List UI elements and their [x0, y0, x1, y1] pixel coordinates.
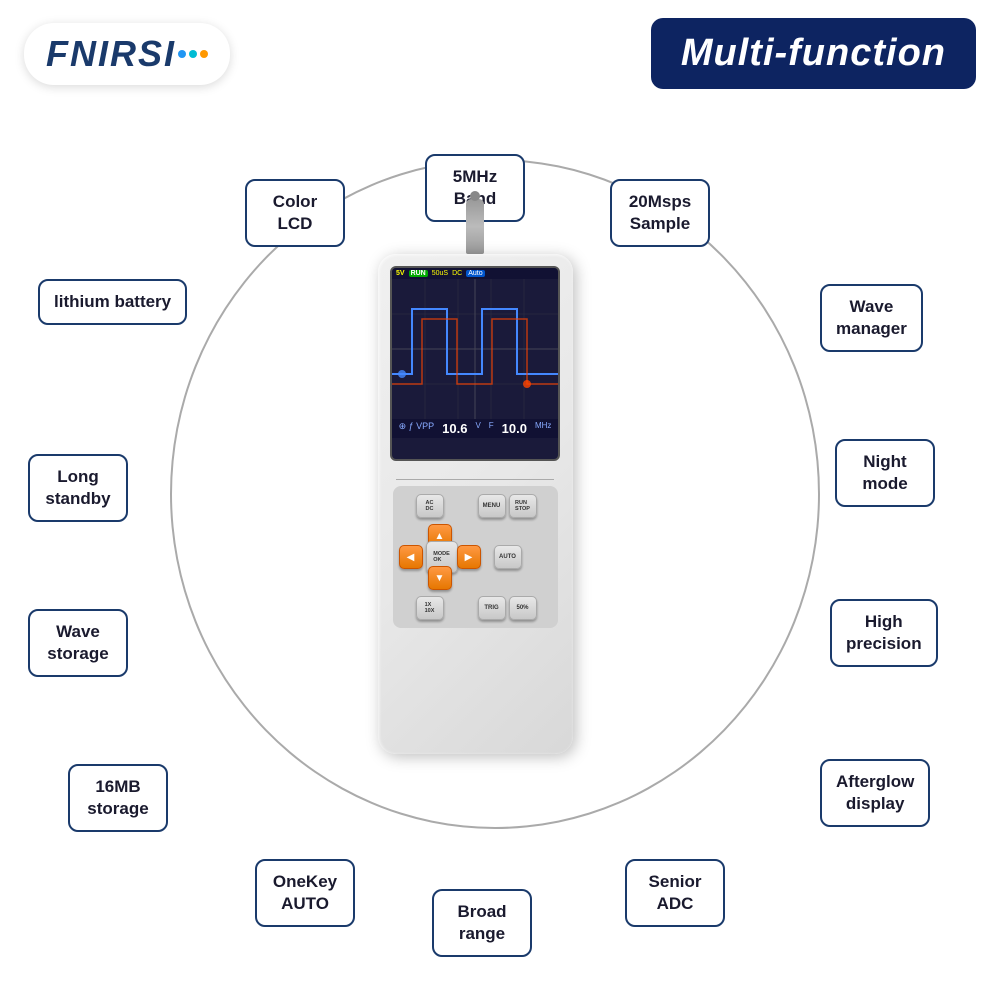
status-coupling: DC	[452, 270, 462, 277]
feature-wave-manager: Wavemanager	[820, 284, 923, 352]
key-runstop[interactable]: RUNSTOP	[509, 494, 537, 518]
device-probe	[466, 199, 484, 254]
feature-color-lcd: ColorLCD	[245, 179, 345, 247]
logo-container: FNIRSI	[24, 23, 230, 85]
title-box: Multi-function	[651, 18, 976, 89]
feature-lithium-battery: lithium battery	[38, 279, 187, 325]
dot-blue-icon	[178, 50, 186, 58]
feature-broad-range: Broadrange	[432, 889, 532, 957]
keypad-arrow-section: ◀ ▲ MODEOK ▶ ▼ AUTO	[399, 524, 554, 590]
device-screen: 5V RUN 50uS DC Auto	[390, 266, 560, 461]
key-menu[interactable]: MENU	[478, 494, 506, 518]
dot-cyan-icon	[189, 50, 197, 58]
logo-dots	[178, 50, 208, 58]
readout-symbol: ⊕ ƒ VPP	[399, 421, 435, 436]
readout-v-unit: V	[475, 421, 480, 436]
readout-vpp: 10.6	[442, 421, 467, 436]
feature-16mb: 16MBstorage	[68, 764, 168, 832]
header: FNIRSI Multi-function	[0, 0, 1000, 99]
readout-f-label: F	[489, 421, 494, 436]
waveform-svg	[392, 279, 558, 419]
feature-long-standby: Longstandby	[28, 454, 128, 522]
feature-senior-adc: SeniorADC	[625, 859, 725, 927]
key-left[interactable]: ◀	[399, 545, 423, 569]
page-title: Multi-function	[681, 32, 946, 74]
device-divider	[396, 479, 554, 480]
dot-orange-icon	[200, 50, 208, 58]
key-right[interactable]: ▶	[457, 545, 481, 569]
readout-hz-unit: MHz	[535, 421, 551, 436]
keypad-row-3: 1X10X TRIG 50%	[399, 596, 554, 620]
key-down[interactable]: ▼	[428, 566, 452, 590]
logo-text: FNIRSI	[46, 33, 176, 75]
feature-onekey-auto: OneKeyAUTO	[255, 859, 355, 927]
waveform-display	[392, 279, 558, 419]
device-keypad: ACDC MENU RUNSTOP ◀ ▲ MODEOK ▶ ▼	[393, 486, 558, 628]
key-auto[interactable]: AUTO	[494, 545, 522, 569]
feature-wave-storage: Wavestorage	[28, 609, 128, 677]
status-run: RUN	[409, 270, 428, 277]
device-body: 5V RUN 50uS DC Auto	[378, 254, 573, 754]
feature-high-precision: Highprecision	[830, 599, 938, 667]
key-50pct[interactable]: 50%	[509, 596, 537, 620]
main-area: lithium battery ColorLCD 5MHzBand 20Msps…	[0, 99, 1000, 969]
keypad-row-1: ACDC MENU RUNSTOP	[399, 494, 554, 518]
readout-freq: 10.0	[502, 421, 527, 436]
key-acdc[interactable]: ACDC	[416, 494, 444, 518]
device-container: 5V RUN 50uS DC Auto	[350, 199, 600, 779]
feature-night-mode: Nightmode	[835, 439, 935, 507]
status-voltage: 5V	[396, 270, 405, 277]
key-trig[interactable]: TRIG	[478, 596, 506, 620]
screen-status-bar: 5V RUN 50uS DC Auto	[392, 268, 558, 279]
status-auto: Auto	[466, 270, 484, 277]
screen-readout: ⊕ ƒ VPP 10.6 V F 10.0 MHz	[392, 419, 558, 438]
feature-20msps: 20MspsSample	[610, 179, 710, 247]
status-time: 50uS	[432, 270, 448, 277]
key-probe-ratio[interactable]: 1X10X	[416, 596, 444, 620]
feature-afterglow: Afterglowdisplay	[820, 759, 930, 827]
